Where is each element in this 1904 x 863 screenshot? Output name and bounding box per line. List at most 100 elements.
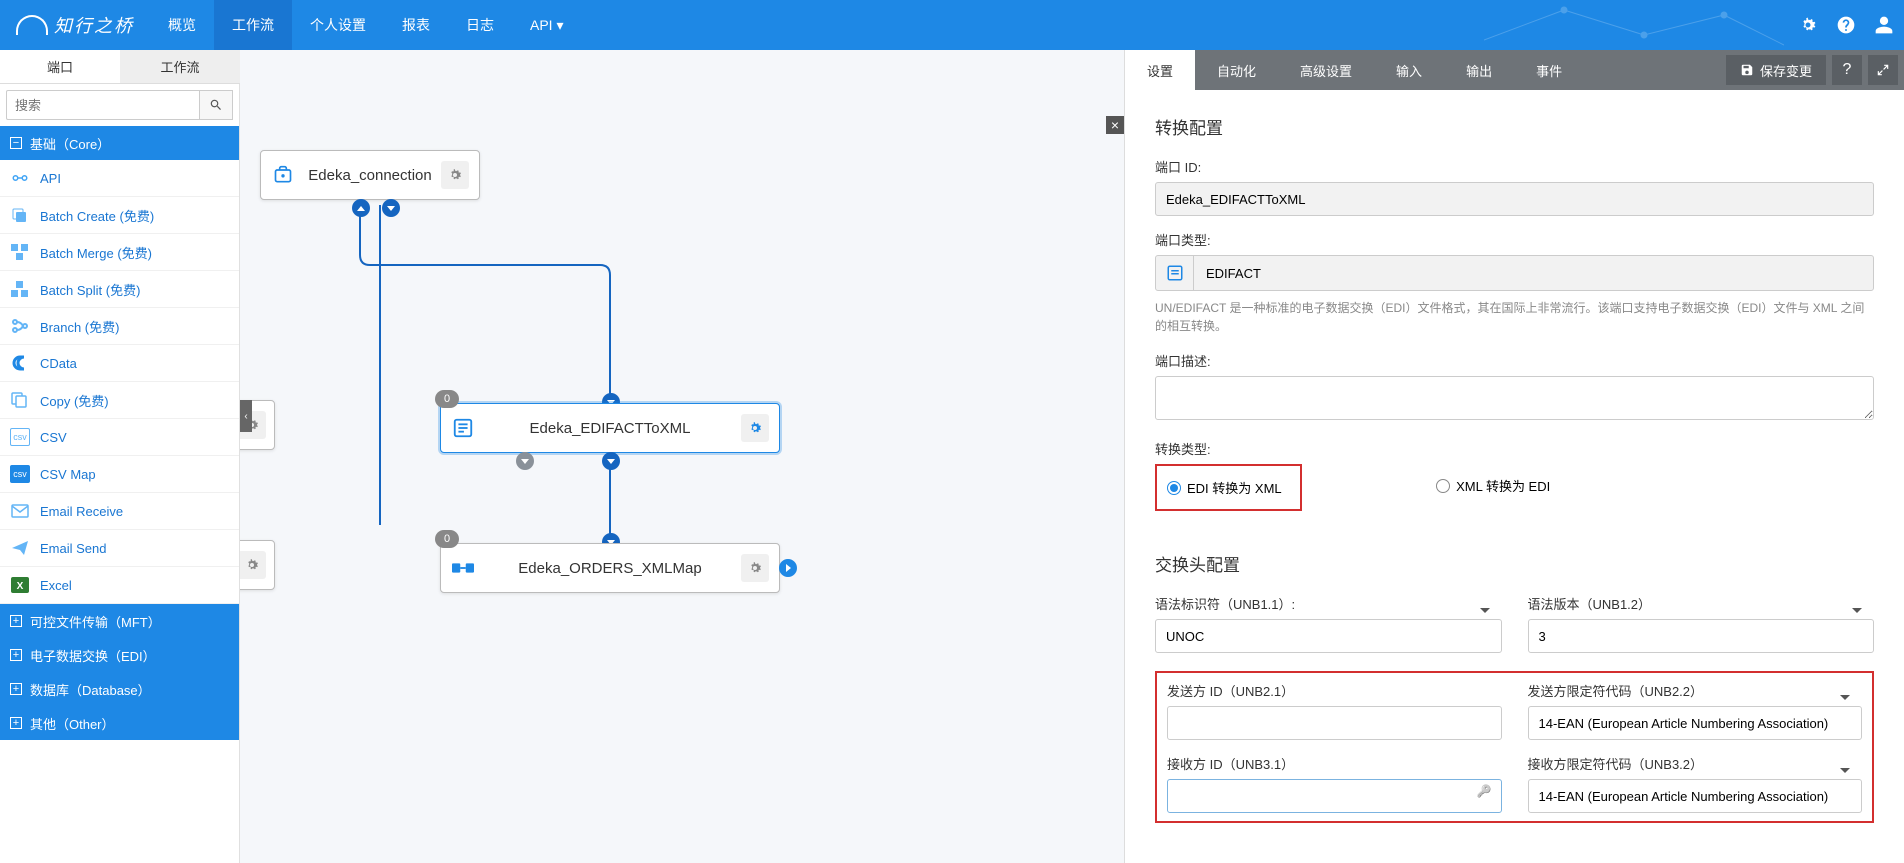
panel-body: 转换配置 端口 ID: 端口类型: EDIFACT UN/EDIFACT 是一种… (1125, 90, 1904, 863)
label-unb11: 语法标识符（UNB1.1）: (1155, 594, 1502, 613)
port-excel[interactable]: XExcel (0, 567, 239, 604)
section-interchange: 交换头配置 (1155, 551, 1874, 576)
unb12-select[interactable] (1528, 619, 1875, 653)
save-icon (1740, 63, 1754, 77)
node-gear-button[interactable] (741, 554, 769, 582)
close-panel-button[interactable]: × (1106, 116, 1124, 134)
edifact-type-icon (1156, 256, 1194, 290)
category-mft[interactable]: +可控文件传输（MFT） (0, 604, 239, 638)
flow-output-dot[interactable] (602, 452, 620, 470)
port-api[interactable]: API (0, 160, 239, 197)
radio-xml-to-edi[interactable]: XML 转换为 EDI (1436, 476, 1550, 495)
section-transform: 转换配置 (1155, 114, 1874, 139)
node-edifact-to-xml[interactable]: 0 Edeka_EDIFACTToXML (440, 403, 780, 453)
nav-log[interactable]: 日志 (448, 0, 512, 50)
top-nav: 知行之桥 概览 工作流 个人设置 报表 日志 API ▾ (0, 0, 1904, 50)
node-badge: 0 (435, 530, 459, 548)
tab-advanced[interactable]: 高级设置 (1278, 50, 1374, 90)
nav-api[interactable]: API ▾ (512, 0, 581, 50)
tab-output[interactable]: 输出 (1444, 50, 1514, 90)
flow-output-dot[interactable] (352, 199, 370, 217)
nav-workflow[interactable]: 工作流 (214, 0, 292, 50)
unb11-select[interactable] (1155, 619, 1502, 653)
nav-report[interactable]: 报表 (384, 0, 448, 50)
search-input[interactable] (6, 90, 200, 120)
port-desc-input[interactable] (1155, 376, 1874, 420)
help-icon[interactable] (1836, 15, 1856, 35)
topnav-right (1798, 15, 1894, 35)
node-cropped[interactable] (240, 540, 275, 590)
unb22-select[interactable] (1528, 706, 1863, 740)
label-trans-type: 转换类型: (1155, 439, 1874, 458)
unb31-input[interactable] (1167, 779, 1502, 813)
label-unb31: 接收方 ID（UNB3.1） (1167, 754, 1502, 773)
connection-icon (271, 163, 295, 187)
port-list: API Batch Create (免费) Batch Merge (免费) B… (0, 160, 239, 604)
tab-events[interactable]: 事件 (1514, 50, 1584, 90)
left-panel: 端口 工作流 −基础（Core） API Batch Create (免费) B… (0, 50, 240, 863)
category-core[interactable]: −基础（Core） (0, 126, 239, 160)
port-branch[interactable]: Branch (免费) (0, 308, 239, 345)
panel-tabs: 设置 自动化 高级设置 输入 输出 事件 保存变更 ? (1125, 50, 1904, 90)
port-email-send[interactable]: Email Send (0, 530, 239, 567)
node-gear-button[interactable] (240, 551, 266, 579)
label-unb12: 语法版本（UNB1.2） (1528, 594, 1875, 613)
port-type-help: UN/EDIFACT 是一种标准的电子数据交换（EDI）文件格式，其在国际上非常… (1155, 299, 1874, 335)
left-subtabs: 端口 工作流 (0, 50, 240, 84)
flow-output-dot[interactable] (516, 452, 534, 470)
svg-text:X: X (17, 581, 24, 592)
label-unb32: 接收方限定符代码（UNB3.2） (1528, 754, 1863, 773)
port-batch-create[interactable]: Batch Create (免费) (0, 197, 239, 234)
save-button[interactable]: 保存变更 (1726, 55, 1826, 85)
expand-icon (1876, 63, 1890, 77)
flow-output-right-dot[interactable] (779, 559, 797, 577)
port-cdata[interactable]: CData (0, 345, 239, 382)
node-label: Edeka_ORDERS_XMLMap (487, 560, 733, 577)
user-icon[interactable] (1874, 15, 1894, 35)
search-button[interactable] (200, 90, 233, 120)
search-icon (209, 98, 223, 112)
category-edi[interactable]: +电子数据交换（EDI） (0, 638, 239, 672)
subtab-ports[interactable]: 端口 (0, 50, 120, 83)
node-gear-button[interactable] (741, 414, 769, 442)
collapse-sidebar-button[interactable]: ‹ (240, 400, 252, 432)
category-database[interactable]: +数据库（Database） (0, 672, 239, 706)
label-unb21: 发送方 ID（UNB2.1） (1167, 681, 1502, 700)
panel-expand-button[interactable] (1868, 55, 1898, 85)
port-copy[interactable]: Copy (免费) (0, 382, 239, 419)
port-csv-map[interactable]: csvCSV Map (0, 456, 239, 493)
label-port-id: 端口 ID: (1155, 157, 1874, 176)
edifact-icon (451, 416, 475, 440)
logo: 知行之桥 (0, 12, 150, 38)
config-panel: 设置 自动化 高级设置 输入 输出 事件 保存变更 ? 转换配置 端口 ID: … (1124, 50, 1904, 863)
node-edeka-connection[interactable]: Edeka_connection (260, 150, 480, 200)
port-batch-split[interactable]: Batch Split (免费) (0, 271, 239, 308)
port-batch-merge[interactable]: Batch Merge (免费) (0, 234, 239, 271)
port-id-input[interactable] (1155, 182, 1874, 216)
node-label: Edeka_EDIFACTToXML (487, 420, 733, 437)
tab-input[interactable]: 输入 (1374, 50, 1444, 90)
port-type-display: EDIFACT (1155, 255, 1874, 291)
label-port-desc: 端口描述: (1155, 351, 1874, 370)
port-email-receive[interactable]: Email Receive (0, 493, 239, 530)
subtab-workflows[interactable]: 工作流 (120, 50, 240, 83)
label-port-type: 端口类型: (1155, 230, 1874, 249)
tab-settings[interactable]: 设置 (1125, 50, 1195, 90)
label-unb22: 发送方限定符代码（UNB2.2） (1528, 681, 1863, 700)
node-label: Edeka_connection (307, 167, 433, 184)
flow-canvas[interactable]: ‹ × Edeka_connection 0 Edeka_EDIFACTToXM… (240, 50, 1124, 863)
node-badge: 0 (435, 390, 459, 408)
node-gear-button[interactable] (441, 161, 469, 189)
category-other[interactable]: +其他（Other） (0, 706, 239, 740)
port-csv[interactable]: csvCSV (0, 419, 239, 456)
unb32-select[interactable] (1528, 779, 1863, 813)
flow-output-dot[interactable] (382, 199, 400, 217)
nav-overview[interactable]: 概览 (150, 0, 214, 50)
tab-automation[interactable]: 自动化 (1195, 50, 1278, 90)
unb21-input[interactable] (1167, 706, 1502, 740)
gear-icon[interactable] (1798, 15, 1818, 35)
node-orders-xmlmap[interactable]: 0 Edeka_ORDERS_XMLMap (440, 543, 780, 593)
radio-edi-to-xml[interactable]: EDI 转换为 XML (1167, 478, 1282, 497)
nav-profile[interactable]: 个人设置 (292, 0, 384, 50)
panel-help-button[interactable]: ? (1832, 55, 1862, 85)
